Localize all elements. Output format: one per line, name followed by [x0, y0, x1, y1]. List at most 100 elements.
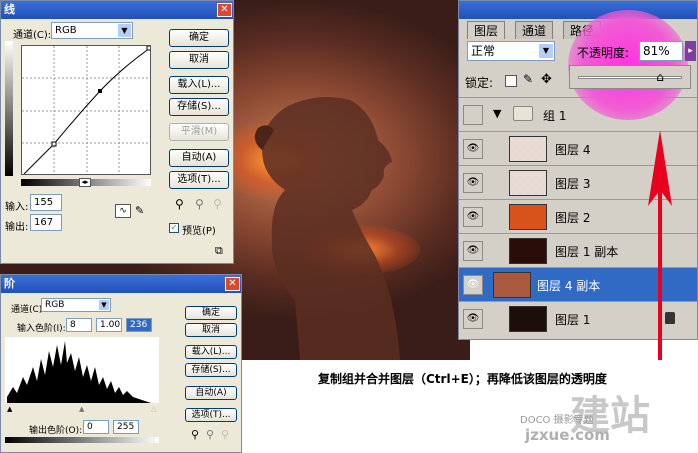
curve-point-1 — [51, 141, 57, 147]
levels-dialog: 阶 ✕ 通道(C): RGB ▼ 输入色阶(I): 8 1.00 236 ▲ ▲ … — [0, 274, 242, 453]
resize-icon[interactable]: ⧉ — [215, 244, 223, 258]
eye-icon[interactable]: 👁 — [463, 275, 483, 295]
preview-label: 预览(P) — [182, 226, 216, 237]
output-gradient-bar — [5, 437, 159, 443]
curves-dialog: 线 ✕ 通道(C): RGB ▼ ◂▸ 输入: 155 输出: 167 ∿ ✎ 确… — [0, 0, 234, 264]
eye-icon[interactable]: 👁 — [463, 309, 483, 329]
opacity-slider-thumb[interactable]: ⌂ — [656, 70, 664, 84]
eye-icon[interactable]: 👁 — [463, 139, 483, 159]
lock-transparency-icon[interactable] — [505, 75, 517, 87]
eyedropper-gray-icon[interactable]: ⚲ — [195, 197, 204, 211]
eye-icon[interactable]: 👁 — [463, 241, 483, 261]
opacity-slider-track — [578, 76, 682, 79]
pencil-icon[interactable]: ✎ — [135, 204, 147, 218]
output-black-field[interactable]: 0 — [83, 420, 109, 434]
curves-options-button[interactable]: 选项(T)... — [169, 171, 229, 189]
input-levels-label: 输入色阶(I): — [17, 324, 66, 334]
layer-name: 图层 4 — [555, 143, 591, 157]
input-black-field[interactable]: 8 — [66, 318, 92, 332]
opacity-arrow-icon[interactable]: ▸ — [685, 41, 696, 61]
tab-channels[interactable]: 通道 — [515, 21, 554, 39]
eye-icon[interactable] — [463, 105, 483, 125]
layer-thumbnail — [509, 238, 547, 264]
eye-icon[interactable]: 👁 — [463, 207, 483, 227]
opacity-slider[interactable]: ⌂ — [569, 65, 691, 89]
levels-load-button[interactable]: 载入(L)... — [185, 345, 237, 359]
move-icon[interactable]: ✥ — [541, 72, 552, 87]
curves-graph[interactable] — [21, 45, 151, 175]
levels-cancel-button[interactable]: 取消 — [185, 323, 237, 337]
levels-channel-select[interactable]: RGB ▼ — [41, 298, 111, 312]
curves-title: 线 — [4, 3, 15, 16]
brush-icon[interactable]: ✎ — [523, 72, 533, 86]
curve-tool-icon[interactable]: ∿ — [115, 204, 131, 218]
expand-triangle-icon[interactable]: ▼ — [493, 107, 501, 120]
levels-ok-button[interactable]: 确定 — [185, 306, 237, 320]
watermark-subtitle: DOCO 摄影专题 — [520, 415, 594, 426]
channel-label: 通道(C): — [13, 30, 52, 41]
layer-name: 组 1 — [543, 109, 567, 123]
blend-mode-select[interactable]: 正常 ▼ — [467, 41, 555, 61]
preview-checkbox[interactable]: ✓ — [169, 223, 179, 233]
curves-save-button[interactable]: 存储(S)... — [169, 98, 229, 116]
curve-point-3 — [146, 46, 150, 51]
input-gamma-field[interactable]: 1.00 — [96, 318, 122, 332]
curves-ok-button[interactable]: 确定 — [169, 29, 229, 47]
eyedropper-white-icon[interactable]: ⚲ — [221, 428, 229, 441]
output-gradient-bar — [5, 41, 13, 176]
layer-thumbnail — [509, 306, 547, 332]
white-slider-handle: △ — [151, 405, 157, 413]
curves-auto-button[interactable]: 自动(A) — [169, 149, 229, 167]
output-field[interactable]: 167 — [30, 214, 62, 231]
levels-channel-value: RGB — [45, 300, 65, 310]
layer-thumbnail — [493, 272, 531, 298]
close-icon[interactable]: ✕ — [217, 3, 232, 17]
layer-name: 图层 1 副本 — [555, 245, 619, 259]
opacity-field[interactable]: 81% — [639, 41, 683, 61]
eyedropper-gray-icon[interactable]: ⚲ — [206, 428, 214, 441]
input-white-field[interactable]: 236 — [126, 318, 152, 332]
curves-title-bar: 线 — [1, 1, 233, 19]
layer-name: 图层 3 — [555, 177, 591, 191]
blend-mode-value: 正常 — [471, 44, 496, 58]
chevron-down-icon: ▼ — [118, 24, 131, 37]
curve-point-2 — [98, 89, 102, 93]
input-field[interactable]: 155 — [30, 194, 62, 211]
levels-options-button[interactable]: 选项(T)... — [185, 408, 237, 422]
folder-icon — [513, 106, 533, 121]
output-white-field[interactable]: 255 — [113, 420, 139, 434]
red-arrow-annotation — [648, 130, 672, 360]
eyedropper-white-icon[interactable]: ⚲ — [213, 197, 222, 211]
input-slider-track[interactable]: ▲ ▲ △ — [5, 405, 159, 413]
curves-smooth-button[interactable]: 平滑(M) — [169, 123, 229, 141]
levels-save-button[interactable]: 存储(S)... — [185, 363, 237, 377]
layer-name: 图层 1 — [555, 313, 591, 327]
layer-name: 图层 4 副本 — [537, 279, 601, 293]
curves-cancel-button[interactable]: 取消 — [169, 51, 229, 69]
output-levels-label: 输出色阶(O): — [29, 426, 83, 436]
gradient-toggle-icon[interactable]: ◂▸ — [79, 178, 91, 187]
chevron-down-icon: ▼ — [539, 44, 553, 58]
eye-icon[interactable]: 👁 — [463, 173, 483, 193]
levels-title: 阶 — [4, 277, 15, 290]
eyedropper-black-icon[interactable]: ⚲ — [191, 428, 199, 441]
eyedropper-black-icon[interactable]: ⚲ — [175, 197, 184, 211]
channel-value: RGB — [55, 25, 77, 36]
layer-thumbnail — [509, 204, 547, 230]
layer-name: 图层 2 — [555, 211, 591, 225]
watermark-url: jzxue.com — [525, 426, 610, 444]
layer-thumbnail — [509, 136, 547, 162]
close-icon[interactable]: ✕ — [225, 277, 240, 291]
output-label: 输出: — [5, 222, 29, 233]
channel-select[interactable]: RGB ▼ — [51, 22, 133, 39]
curves-load-button[interactable]: 载入(L)... — [169, 76, 229, 94]
chevron-down-icon: ▼ — [99, 300, 109, 310]
levels-histogram — [5, 337, 159, 403]
opacity-label: 不透明度: — [577, 46, 630, 60]
caption-text: 复制组并合并图层（Ctrl+E）；再降低该图层的透明度 — [318, 372, 607, 386]
layer-thumbnail — [509, 170, 547, 196]
levels-auto-button[interactable]: 自动(A) — [185, 386, 237, 400]
input-label: 输入: — [5, 202, 29, 213]
tab-layers[interactable]: 图层 — [467, 21, 506, 39]
lock-label: 锁定: — [465, 76, 494, 90]
